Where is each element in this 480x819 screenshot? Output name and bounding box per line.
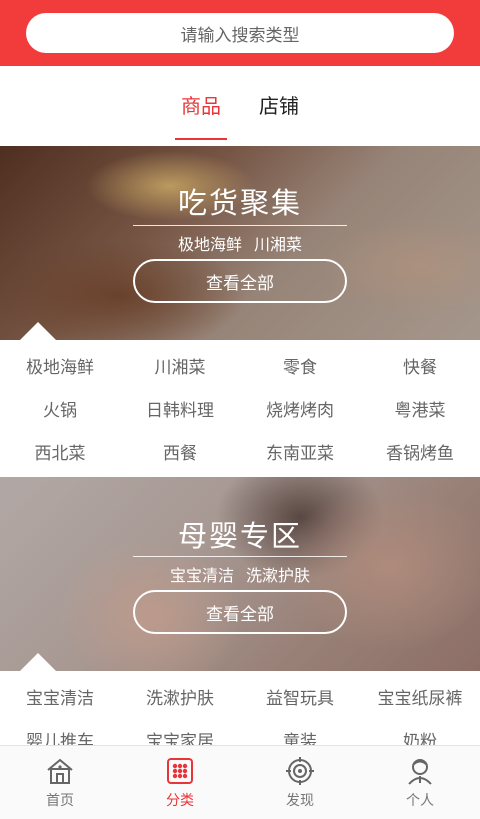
banner-tag: 宝宝清洁 [169,566,234,585]
category-grid-icon [167,757,193,784]
category-item[interactable]: 川湘菜 [120,344,240,387]
category-item[interactable]: 日韩料理 [120,387,240,430]
category-item[interactable]: 香锅烤鱼 [360,430,480,473]
category-item[interactable]: 快餐 [360,344,480,387]
nav-profile[interactable]: 个人 [360,746,480,819]
banner-tag: 洗漱护肤 [246,566,311,585]
category-item[interactable]: 粤港菜 [360,387,480,430]
tab-bar: 商品 店铺 [0,66,480,146]
user-icon [408,758,432,785]
category-item[interactable]: 极地海鲜 [0,344,120,387]
tab-shops[interactable]: 店铺 [253,86,305,126]
nav-label: 个人 [406,792,434,809]
category-item[interactable]: 宝宝清洁 [0,675,120,718]
section-pointer [20,653,56,671]
section-pointer [20,322,56,340]
category-item[interactable]: 宝宝纸尿裤 [360,675,480,718]
banner-divider [133,225,347,226]
top-bar: 请输入搜索类型 [0,0,480,66]
nav-discover[interactable]: 发现 [240,746,360,819]
nav-category[interactable]: 分类 [120,746,240,819]
category-item[interactable]: 洗漱护肤 [120,675,240,718]
banner-tags: 宝宝清洁 洗漱护肤 [0,562,480,586]
banner-title: 母婴专区 [177,519,302,553]
banner-tag: 极地海鲜 [177,235,242,254]
banner-tags: 极地海鲜 川湘菜 [0,231,480,255]
home-icon [47,758,73,784]
view-all-button[interactable]: 查看全部 [133,259,347,303]
search-input[interactable]: 请输入搜索类型 [26,13,454,53]
category-item[interactable]: 零食 [240,344,360,387]
nav-label: 首页 [46,792,74,809]
category-item[interactable]: 烧烤烤肉 [240,387,360,430]
baby-banner[interactable]: 母婴专区 宝宝清洁 洗漱护肤 查看全部 [0,477,480,671]
category-item[interactable]: 西北菜 [0,430,120,473]
nav-label: 分类 [166,792,194,809]
bottom-nav: 首页 分类 发现 个人 [0,745,480,819]
category-item[interactable]: 东南亚菜 [240,430,360,473]
banner-tag: 川湘菜 [254,235,303,254]
category-item[interactable]: 西餐 [120,430,240,473]
food-category-grid: 极地海鲜 川湘菜 零食 快餐 火锅 日韩料理 烧烤烤肉 粤港菜 西北菜 西餐 东… [0,344,480,473]
discover-target-icon [286,756,314,785]
view-all-button[interactable]: 查看全部 [133,590,347,634]
category-item[interactable]: 火锅 [0,387,120,430]
nav-home[interactable]: 首页 [0,746,120,819]
banner-title: 吃货聚集 [177,186,302,220]
category-item[interactable]: 益智玩具 [240,675,360,718]
nav-label: 发现 [286,792,314,809]
tab-goods[interactable]: 商品 [175,86,227,140]
food-banner[interactable]: 吃货聚集 极地海鲜 川湘菜 查看全部 [0,146,480,340]
banner-divider [133,556,347,557]
